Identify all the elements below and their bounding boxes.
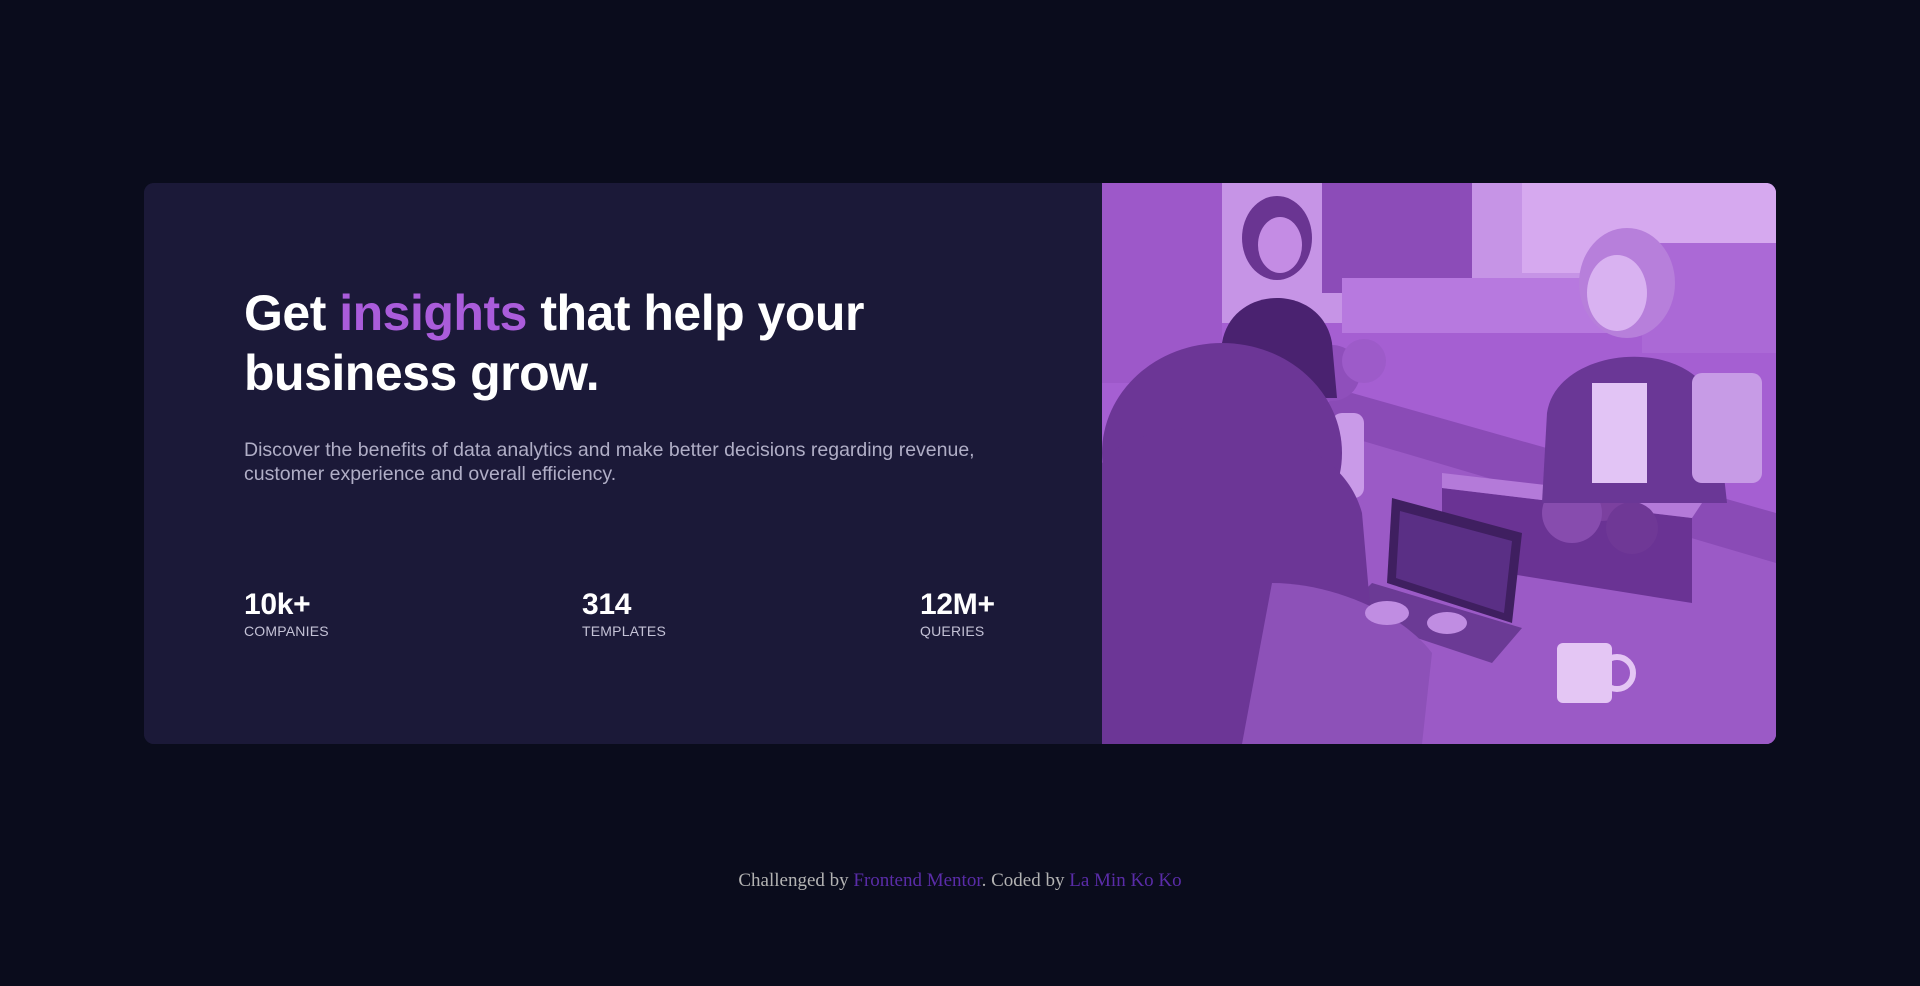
stat-label: queries	[920, 623, 985, 639]
stat-templates: 314 templates	[582, 588, 666, 640]
author-link[interactable]: La Min Ko Ko	[1069, 870, 1181, 891]
headline-accent: insights	[339, 285, 527, 341]
attribution: Challenged by Frontend Mentor. Coded by …	[0, 868, 1920, 894]
frontend-mentor-link[interactable]: Frontend Mentor	[853, 870, 981, 891]
attribution-middle: . Coded by	[981, 870, 1070, 891]
stats-preview-card: Get insights that help your business gro…	[144, 183, 1776, 744]
stat-value: 314	[582, 588, 632, 621]
attribution-prefix: Challenged by	[738, 870, 854, 891]
stat-value: 10k+	[244, 588, 311, 621]
stat-label: companies	[244, 623, 329, 639]
headline: Get insights that help your business gro…	[244, 283, 944, 403]
header-image	[1102, 183, 1776, 744]
card-text-panel: Get insights that help your business gro…	[144, 183, 1102, 744]
stat-companies: 10k+ companies	[244, 588, 329, 640]
stat-value: 12M+	[920, 588, 995, 621]
headline-start: Get	[244, 285, 340, 341]
description-text: Discover the benefits of data analytics …	[244, 439, 975, 485]
stat-label: templates	[582, 623, 667, 639]
stat-queries: 12M+ queries	[920, 588, 995, 640]
photo-office-team-icon	[1102, 183, 1776, 744]
stats-row: 10k+ companies 314 templates 12M+ querie…	[244, 588, 1004, 648]
